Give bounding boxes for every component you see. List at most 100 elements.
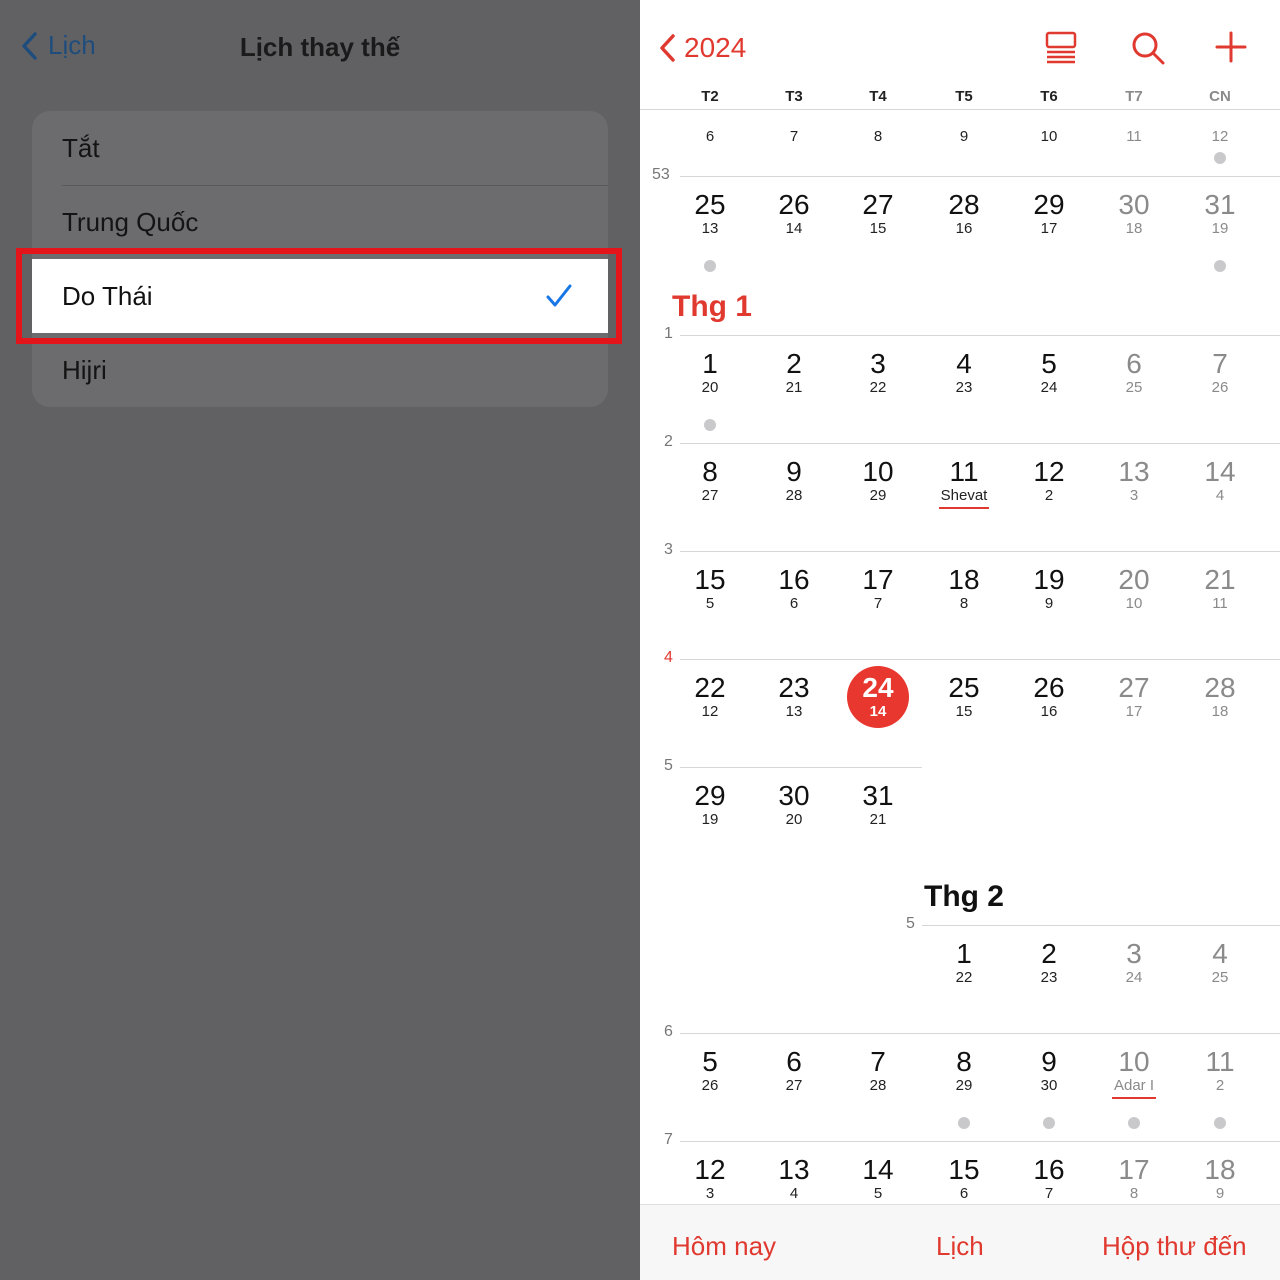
day-cell[interactable]: 11 [1094,98,1174,145]
list-view-icon[interactable] [1044,30,1078,64]
day-cell[interactable]: 17 7 [838,565,918,612]
day-cell[interactable]: 26 14 [754,190,834,237]
day-cell[interactable]: 15 5 [670,565,750,612]
selection-highlight-box [16,248,622,344]
hebrew-date: 7 [789,128,799,145]
day-cell[interactable]: 3 24 [1094,939,1174,986]
hebrew-date: 8 [959,595,969,612]
day-cell[interactable]: 17 8 [1094,1155,1174,1202]
day-cell[interactable]: 9 30 [1009,1047,1089,1094]
day-number: 11 [949,456,979,487]
day-number: 3 [870,348,886,379]
day-cell[interactable]: 7 [754,98,834,145]
day-number: 20 [1118,564,1150,595]
day-cell[interactable]: 27 15 [838,190,918,237]
day-cell[interactable]: 5 24 [1009,349,1089,396]
search-icon[interactable] [1130,30,1166,66]
day-cell[interactable]: 15 6 [924,1155,1004,1202]
day-cell[interactable]: 21 11 [1180,565,1260,612]
tab-calendars[interactable]: Lịch [936,1231,984,1262]
day-cell[interactable]: 1 20 [670,349,750,396]
day-cell[interactable]: 8 27 [670,457,750,504]
day-cell[interactable]: 18 8 [924,565,1004,612]
year-back-button[interactable]: 2024 [658,32,746,64]
day-cell[interactable]: 11 Shevat [924,457,1004,509]
hebrew-date: 23 [1040,969,1058,986]
day-cell[interactable]: 9 [924,98,1004,145]
day-cell[interactable]: 28 16 [924,190,1004,237]
day-cell[interactable]: 29 19 [670,781,750,828]
day-cell[interactable]: 4 23 [924,349,1004,396]
day-cell[interactable]: 19 9 [1009,565,1089,612]
week-number: 53 [652,166,670,183]
day-cell[interactable]: 20 10 [1094,565,1174,612]
day-cell[interactable]: 25 13 [670,190,750,237]
week-number: 5 [664,757,673,774]
day-cell-today[interactable]: 24 14 [838,673,918,720]
option-off[interactable]: Tắt [32,111,608,185]
day-cell[interactable]: 26 16 [1009,673,1089,720]
day-number: 2 [1041,938,1057,969]
day-cell[interactable]: 25 15 [924,673,1004,720]
day-cell[interactable]: 4 25 [1180,939,1260,986]
day-cell[interactable]: 9 28 [754,457,834,504]
day-cell[interactable]: 12 3 [670,1155,750,1202]
day-cell[interactable]: 31 19 [1180,190,1260,237]
day-cell[interactable]: 6 [670,98,750,145]
hebrew-date: 14 [869,703,887,720]
day-cell[interactable]: 122 [1009,457,1089,504]
day-cell[interactable]: 27 17 [1094,673,1174,720]
hebrew-date: 25 [1211,969,1229,986]
day-cell[interactable]: 30 20 [754,781,834,828]
day-cell[interactable]: 122 [924,939,1004,986]
week-divider [680,443,1280,444]
hebrew-date: 4 [789,1185,799,1202]
day-cell[interactable]: 10 [1009,98,1089,145]
day-cell[interactable]: 7 26 [1180,349,1260,396]
month-label: Thg 2 [924,880,1004,913]
day-cell[interactable]: 29 17 [1009,190,1089,237]
hebrew-date: 17 [1040,220,1058,237]
option-hijri[interactable]: Hijri [32,333,608,407]
tab-inbox[interactable]: Hộp thư đến [1102,1231,1247,1262]
add-icon[interactable] [1214,30,1248,64]
day-cell[interactable]: 2 23 [1009,939,1089,986]
day-cell[interactable]: 16 7 [1009,1155,1089,1202]
day-cell[interactable]: 5 26 [670,1047,750,1094]
day-cell[interactable]: 8 [838,98,918,145]
day-cell[interactable]: 31 21 [838,781,918,828]
day-number: 13 [1118,456,1150,487]
day-cell[interactable]: 23 13 [754,673,834,720]
day-cell[interactable]: 30 18 [1094,190,1174,237]
day-cell[interactable]: 18 9 [1180,1155,1260,1202]
day-cell[interactable]: 6 27 [754,1047,834,1094]
hebrew-date: 24 [1125,969,1143,986]
day-cell[interactable]: 12 [1180,98,1260,145]
day-cell[interactable]: 13 3 [1094,457,1174,504]
day-cell[interactable]: 10 29 [838,457,918,504]
day-cell[interactable]: 3 22 [838,349,918,396]
day-cell[interactable]: 13 4 [754,1155,834,1202]
day-number: 19 [1033,564,1065,595]
day-cell[interactable]: 8 29 [924,1047,1004,1094]
day-number: 25 [948,672,980,703]
week-number: 2 [664,433,673,450]
day-cell[interactable]: 11 2 [1180,1047,1260,1094]
day-number: 14 [1204,456,1236,487]
day-cell[interactable]: 28 18 [1180,673,1260,720]
day-cell[interactable]: 16 6 [754,565,834,612]
day-cell[interactable]: 6 25 [1094,349,1174,396]
day-number: 5 [702,1046,718,1077]
day-number: 12 [1033,456,1065,487]
day-cell[interactable]: 14 5 [838,1155,918,1202]
day-cell[interactable]: 10 Adar I [1094,1047,1174,1099]
day-cell[interactable]: 2 21 [754,349,834,396]
week-number: 6 [664,1023,673,1040]
hebrew-date: 25 [1125,379,1143,396]
day-cell[interactable]: 14 4 [1180,457,1260,504]
day-cell[interactable]: 22 12 [670,673,750,720]
day-number: 26 [1033,672,1065,703]
day-number: 6 [786,1046,802,1077]
day-cell[interactable]: 7 28 [838,1047,918,1094]
tab-today[interactable]: Hôm nay [672,1231,776,1262]
